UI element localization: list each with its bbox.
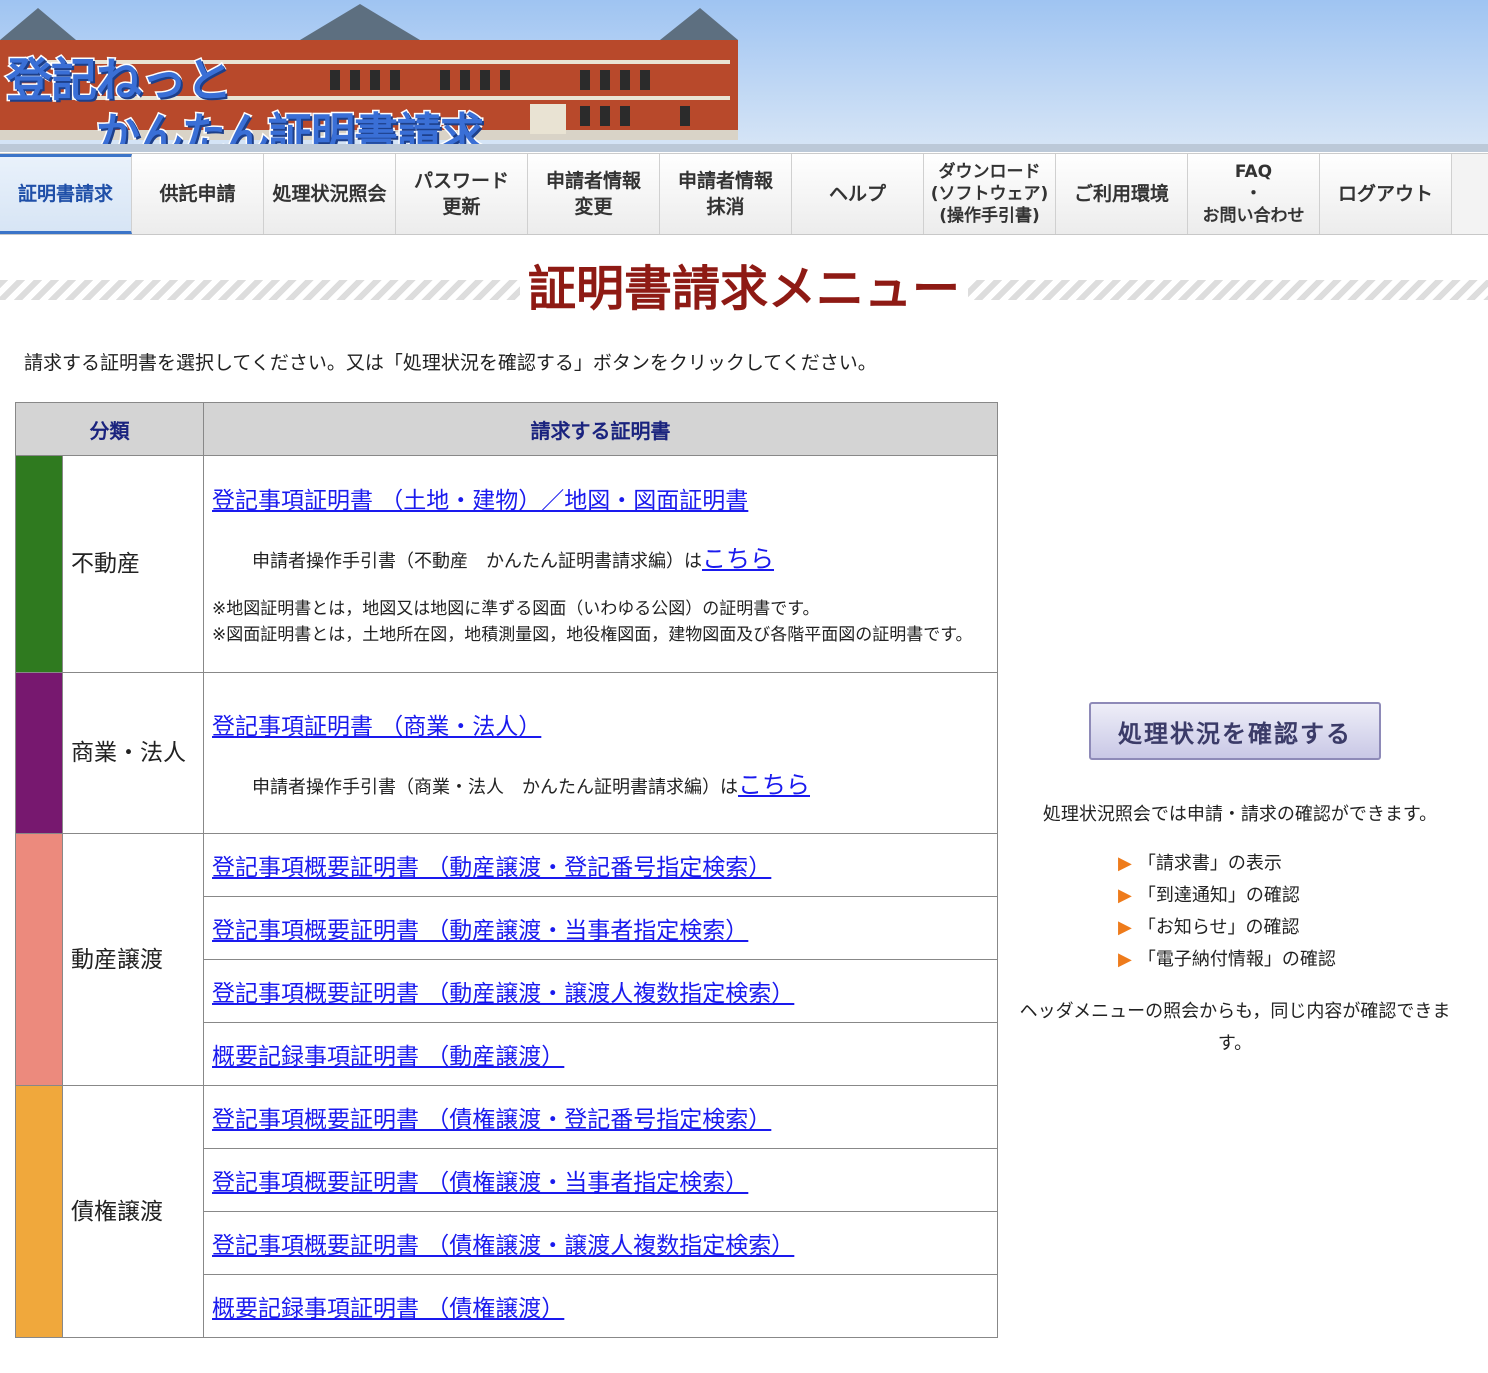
certificate-menu-table: 分類 請求する証明書 不動産 登記事項証明書 （土地・建物）／地図・図面証明書 … xyxy=(15,402,998,1338)
header-menu-note: ヘッダメニューの照会からも，同じ内容が確認できます。 xyxy=(1019,1001,1451,1054)
nav-certificate-request[interactable]: 証明書請求 xyxy=(0,154,132,234)
status-feature-list: ▶ 「請求書」の表示 ▶ 「到達通知」の確認 ▶ 「お知らせ」の確認 ▶ 「電子納付情報… xyxy=(1118,848,1336,976)
link-movables-summary-record[interactable]: 概要記録事項証明書 （動産譲渡） xyxy=(212,1044,564,1070)
row-claims-1: 債権譲渡 登記事項概要証明書 （債権譲渡・登記番号指定検索） xyxy=(15,1085,998,1338)
status-item-label: 「到達通知」の確認 xyxy=(1137,885,1300,906)
note-block: ※地図証明書とは，地図又は地図に準ずる図面（いわゆる公図）の証明書です。 ※図面… xyxy=(212,596,989,648)
status-item-label: 「お知らせ」の確認 xyxy=(1137,917,1300,938)
link-movables-multiple-assignors[interactable]: 登記事項概要証明書 （動産譲渡・譲渡人複数指定検索） xyxy=(212,981,794,1007)
guide-commercial-text: 申請者操作手引書（商業・法人 かんたん証明書請求編）は xyxy=(252,776,738,798)
list-item: ▶ 「到達通知」の確認 xyxy=(1118,880,1336,912)
nav-download[interactable]: ダウンロード (ソフトウェア) (操作手引書) xyxy=(924,154,1056,234)
header-category: 分類 xyxy=(15,402,204,456)
triangle-bullet-icon: ▶ xyxy=(1118,917,1132,938)
nav-processing-status[interactable]: 処理状況照会 xyxy=(264,154,396,234)
link-claims-summary-record[interactable]: 概要記録事項証明書 （債権譲渡） xyxy=(212,1296,564,1322)
title-stripe-left xyxy=(0,280,530,300)
header-certificate: 請求する証明書 xyxy=(203,402,998,456)
main-nav: 証明書請求 供託申請 処理状況照会 パスワード 更新 申請者情報 変更 申請者情… xyxy=(0,153,1488,235)
nav-environment[interactable]: ご利用環境 xyxy=(1056,154,1188,234)
note-map-certificate: ※地図証明書とは，地図又は地図に準ずる図面（いわゆる公図）の証明書です。 xyxy=(212,598,820,619)
category-movables: 動産譲渡 xyxy=(62,833,204,1086)
nav-help[interactable]: ヘルプ xyxy=(792,154,924,234)
status-item-label: 「請求書」の表示 xyxy=(1137,853,1282,874)
category-color-real-estate xyxy=(15,455,63,673)
page-title: 証明書請求メニュー xyxy=(520,256,968,322)
category-color-movables xyxy=(15,833,63,1086)
nav-applicant-delete[interactable]: 申請者情報 抹消 xyxy=(660,154,792,234)
list-item: ▶ 「電子納付情報」の確認 xyxy=(1118,944,1336,976)
category-color-commercial xyxy=(15,672,63,834)
guide-real-estate: 申請者操作手引書（不動産 かんたん証明書請求編）はこちら xyxy=(252,539,989,574)
triangle-bullet-icon: ▶ xyxy=(1118,949,1132,970)
link-real-estate-certificate[interactable]: 登記事項証明書 （土地・建物）／地図・図面証明書 xyxy=(212,488,748,514)
list-item: ▶ 「請求書」の表示 xyxy=(1118,848,1336,880)
category-claims: 債権譲渡 xyxy=(62,1085,204,1338)
link-claims-registration-number[interactable]: 登記事項概要証明書 （債権譲渡・登記番号指定検索） xyxy=(212,1107,771,1133)
triangle-bullet-icon: ▶ xyxy=(1118,853,1132,874)
category-real-estate: 不動産 xyxy=(62,455,204,673)
guide-commercial: 申請者操作手引書（商業・法人 かんたん証明書請求編）はこちら xyxy=(252,765,989,800)
guide-real-estate-text: 申請者操作手引書（不動産 かんたん証明書請求編）は xyxy=(252,550,702,572)
nav-faq[interactable]: FAQ ・ お問い合わせ xyxy=(1188,154,1320,234)
status-description: 処理状況照会では申請・請求の確認ができます。 xyxy=(1042,804,1438,825)
status-item-label: 「電子納付情報」の確認 xyxy=(1137,949,1336,970)
row-commercial: 商業・法人 登記事項証明書 （商業・法人） 申請者操作手引書（商業・法人 かんた… xyxy=(15,672,998,834)
check-status-button[interactable]: 処理状況を確認する xyxy=(1089,702,1381,760)
list-item: ▶ 「お知らせ」の確認 xyxy=(1118,912,1336,944)
header-banner: 登記ねっと かんたん証明書請求 xyxy=(0,0,1488,152)
row-movables-1: 動産譲渡 登記事項概要証明書 （動産譲渡・登記番号指定検索） xyxy=(15,833,998,1086)
category-color-claims xyxy=(15,1085,63,1338)
link-movables-party[interactable]: 登記事項概要証明書 （動産譲渡・当事者指定検索） xyxy=(212,918,748,944)
category-commercial: 商業・法人 xyxy=(62,672,204,834)
title-area: 証明書請求メニュー xyxy=(0,256,1488,326)
row-real-estate: 不動産 登記事項証明書 （土地・建物）／地図・図面証明書 申請者操作手引書（不動… xyxy=(15,455,998,673)
note-drawing-certificate: ※図面証明書とは，土地所在図，地積測量図，地役権図面，建物図面及び各階平面図の証… xyxy=(212,624,973,645)
nav-logout[interactable]: ログアウト xyxy=(1320,154,1452,234)
nav-applicant-change[interactable]: 申請者情報 変更 xyxy=(528,154,660,234)
intro-text: 請求する証明書を選択してください。又は「処理状況を確認する」ボタンをクリックして… xyxy=(24,352,877,374)
triangle-bullet-icon: ▶ xyxy=(1118,885,1132,906)
banner-bottom-line xyxy=(0,144,1488,152)
nav-password-update[interactable]: パスワード 更新 xyxy=(396,154,528,234)
link-commercial-certificate[interactable]: 登記事項証明書 （商業・法人） xyxy=(212,714,541,740)
guide-real-estate-link[interactable]: こちら xyxy=(702,545,774,573)
title-stripe-right xyxy=(960,280,1488,300)
nav-deposit-application[interactable]: 供託申請 xyxy=(132,154,264,234)
link-claims-party[interactable]: 登記事項概要証明書 （債権譲渡・当事者指定検索） xyxy=(212,1170,748,1196)
link-claims-multiple-assignors[interactable]: 登記事項概要証明書 （債権譲渡・譲渡人複数指定検索） xyxy=(212,1233,794,1259)
guide-commercial-link[interactable]: こちら xyxy=(738,771,810,799)
link-movables-registration-number[interactable]: 登記事項概要証明書 （動産譲渡・登記番号指定検索） xyxy=(212,855,771,881)
